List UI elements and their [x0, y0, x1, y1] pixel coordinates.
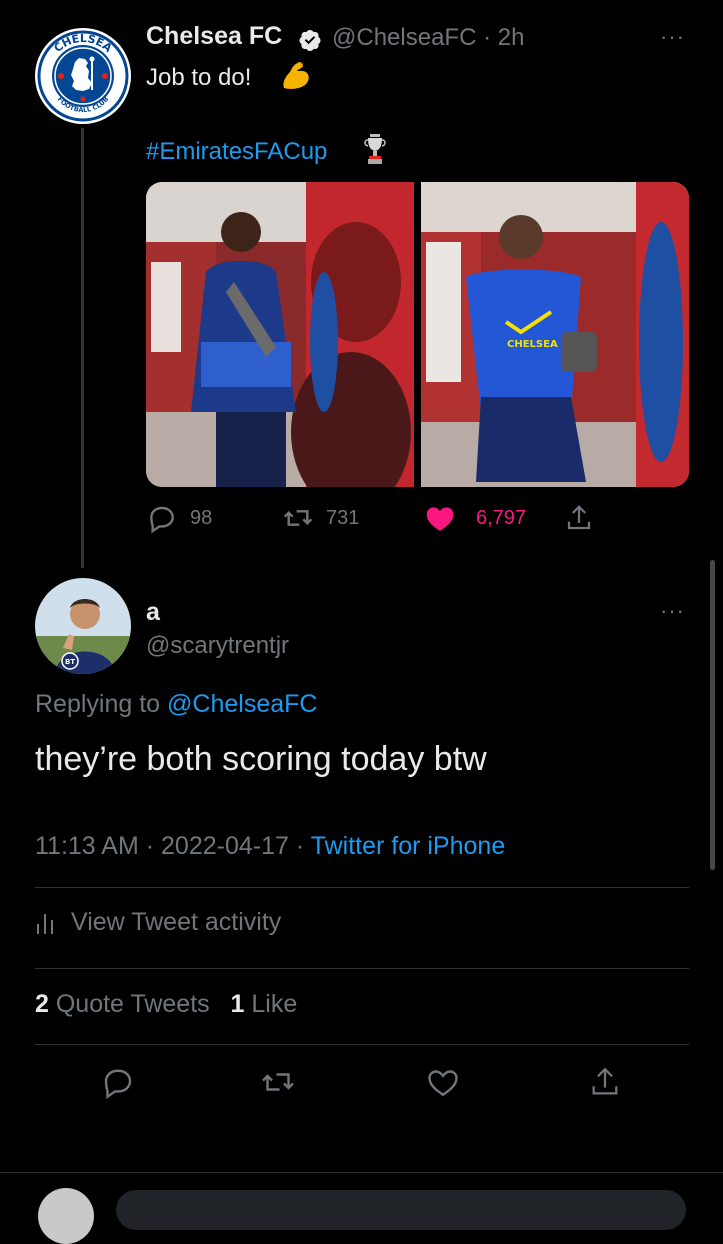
- chelsea-avatar[interactable]: CHELSEA FOOTBALL CLUB: [35, 28, 131, 124]
- author-handle[interactable]: @ChelseaFC: [332, 24, 476, 51]
- reply-text: they’re both scoring today btw: [35, 740, 487, 778]
- engagement-stats: 2 Quote Tweets 1 Like: [35, 990, 297, 1019]
- tweet-source-link[interactable]: Twitter for iPhone: [311, 832, 506, 860]
- share-action[interactable]: [564, 502, 594, 534]
- chelsea-crest-icon: CHELSEA FOOTBALL CLUB: [37, 30, 129, 122]
- quote-count: 2: [35, 990, 49, 1018]
- retweet-icon: [283, 510, 313, 526]
- heart-icon-focused[interactable]: [425, 1064, 461, 1100]
- photo-right[interactable]: CHELSEA FC: [421, 182, 689, 487]
- retweet-count: 731: [326, 506, 360, 529]
- reply-count: 98: [190, 506, 213, 529]
- like-label: Like: [251, 990, 298, 1018]
- share-icon: [567, 505, 591, 530]
- author-handle-line: @ChelseaFC · 2h: [332, 24, 524, 52]
- reply-more-button[interactable]: ···: [660, 598, 685, 624]
- like-count-reply: 1: [230, 990, 245, 1018]
- reply-avatar[interactable]: BT: [35, 578, 131, 674]
- verified-icon: [299, 29, 321, 52]
- reply-icon: [150, 506, 174, 534]
- reply-author-handle[interactable]: @scarytrentjr: [146, 632, 289, 660]
- tweet-more-button[interactable]: ···: [660, 24, 685, 50]
- time-ago[interactable]: 2h: [498, 24, 525, 51]
- meta-dot-1: ·: [145, 832, 155, 860]
- photo-left[interactable]: [146, 182, 414, 487]
- retweet-icon-focused[interactable]: [260, 1064, 296, 1100]
- tweet-meta: 11:13 AM · 2022-04-17 · Twitter for iPho…: [35, 832, 505, 861]
- compose-avatar: [38, 1188, 94, 1244]
- replying-label: Replying to: [35, 690, 161, 718]
- divider-1: [35, 887, 689, 888]
- share-icon-focused[interactable]: [588, 1064, 622, 1100]
- scrollbar-thumb[interactable]: [710, 560, 715, 870]
- reply-author-name[interactable]: a: [146, 598, 160, 627]
- thread-line: [81, 128, 84, 568]
- quote-tweets-link[interactable]: 2 Quote Tweets: [35, 990, 210, 1018]
- divider-2: [35, 968, 689, 969]
- compose-reply-input[interactable]: [116, 1190, 686, 1230]
- tweet-date[interactable]: 2022-04-17: [161, 832, 289, 860]
- replying-handle-link[interactable]: @ChelseaFC: [167, 690, 317, 718]
- reply-icon-focused[interactable]: [100, 1064, 136, 1100]
- meta-dot-2: ·: [295, 832, 305, 860]
- view-activity-label: View Tweet activity: [71, 908, 282, 936]
- muscle-emoji: [283, 62, 309, 89]
- tweet-text: Job to do!: [146, 64, 252, 91]
- heart-icon: [426, 507, 454, 531]
- activity-icon: [37, 913, 53, 934]
- like-count: 6,797: [476, 506, 527, 529]
- player-photo-right: CHELSEA FC: [421, 182, 689, 487]
- reply-action[interactable]: 98: [146, 502, 212, 534]
- divider-3: [35, 1044, 689, 1045]
- view-activity-button[interactable]: View Tweet activity: [35, 908, 281, 937]
- quote-label: Quote Tweets: [55, 990, 210, 1018]
- time-separator: ·: [483, 24, 492, 51]
- reply-avatar-image: BT: [35, 578, 131, 674]
- likes-link[interactable]: 1 Like: [231, 990, 298, 1018]
- player-photo-left: [146, 182, 414, 487]
- like-action[interactable]: 6,797: [424, 502, 526, 534]
- avatar-badge: BT: [65, 658, 75, 666]
- hashtag-link[interactable]: #EmiratesFACup: [146, 138, 327, 166]
- trophy-emoji: [364, 134, 386, 164]
- tweet-media[interactable]: CHELSEA FC: [146, 182, 689, 487]
- retweet-action[interactable]: 731: [282, 502, 359, 534]
- tweet-time[interactable]: 11:13 AM: [35, 832, 139, 860]
- replying-to: Replying to @ChelseaFC: [35, 690, 317, 719]
- author-name[interactable]: Chelsea FC: [146, 22, 282, 51]
